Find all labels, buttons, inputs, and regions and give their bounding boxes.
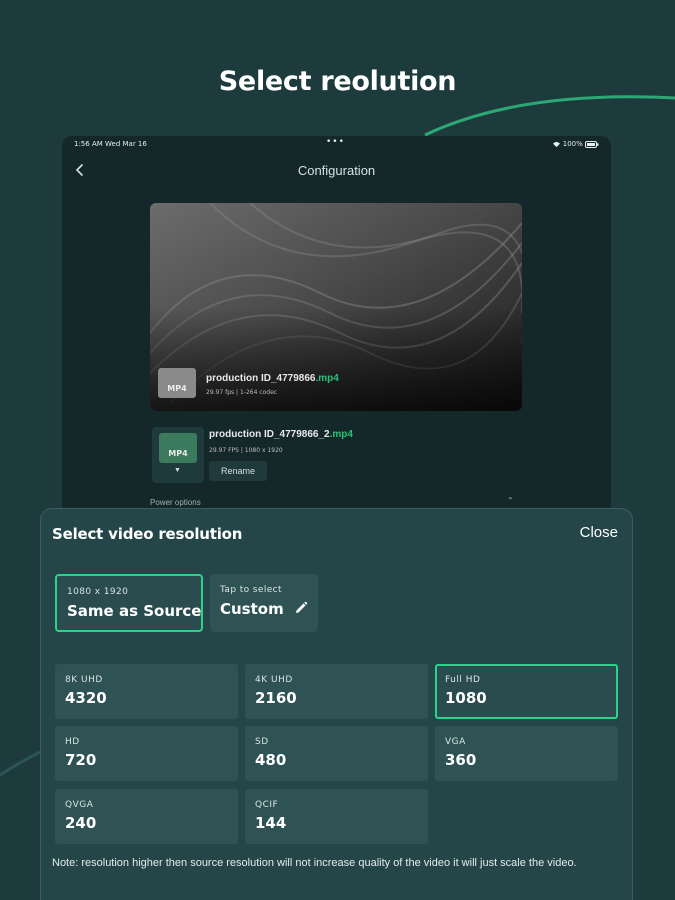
source-file-icon: MP4 [158, 368, 196, 398]
resolution-bottom-sheet: Select video resolution Close 1080 x 192… [40, 508, 633, 900]
chevron-up-icon[interactable]: ⌃ [507, 496, 514, 505]
video-preview[interactable]: MP4 production ID_4779866.mp4 29.97 fps … [150, 203, 522, 411]
battery-percent: 100% [562, 140, 583, 148]
resolution-label: VGA [445, 737, 466, 747]
sheet-title: Select video resolution [52, 525, 243, 543]
same-as-source-label: Same as Source [67, 602, 202, 620]
output-file-name: production ID_4779866_2.mp4 [209, 429, 353, 440]
same-as-source-option[interactable]: 1080 x 1920 Same as Source [55, 574, 203, 632]
power-options-label[interactable]: Power options [150, 498, 201, 507]
status-time: 1:56 AM Wed Mar 16 [74, 140, 147, 148]
resolution-value: 2160 [255, 689, 297, 707]
output-file-icon: MP4 [159, 433, 197, 463]
resolution-value: 360 [445, 751, 477, 769]
resolution-option-sd[interactable]: SD 480 [245, 726, 428, 781]
page-headline: Select reolution [218, 66, 457, 97]
resolution-label: SD [255, 737, 269, 747]
resolution-value: 4320 [65, 689, 107, 707]
close-button[interactable]: Close [580, 524, 618, 541]
custom-hint: Tap to select [220, 585, 282, 595]
resolution-value: 240 [65, 814, 97, 832]
resolution-value: 144 [255, 814, 287, 832]
resolution-option-full-hd[interactable]: Full HD 1080 [435, 664, 618, 719]
resolution-label: 8K UHD [65, 675, 103, 685]
output-format-selector[interactable]: MP4 ▼ [152, 427, 204, 483]
resolution-value: 720 [65, 751, 97, 769]
resolution-value: 480 [255, 751, 287, 769]
battery-indicator: 100% [552, 140, 599, 148]
rename-button[interactable]: Rename [209, 461, 267, 481]
resolution-option-4k[interactable]: 4K UHD 2160 [245, 664, 428, 719]
resolution-label: QCIF [255, 800, 279, 810]
source-file-name: production ID_4779866.mp4 [206, 373, 339, 384]
source-dimensions: 1080 x 1920 [67, 587, 129, 597]
resolution-option-qcif[interactable]: QCIF 144 [245, 789, 428, 844]
pencil-icon [295, 601, 308, 613]
nav-title: Configuration [297, 163, 376, 178]
resolution-option-vga[interactable]: VGA 360 [435, 726, 618, 781]
battery-icon [585, 140, 599, 148]
resolution-label: HD [65, 737, 80, 747]
resolution-label: 4K UHD [255, 675, 293, 685]
device-screenshot: 1:56 AM Wed Mar 16 ••• 100% Configuratio… [62, 136, 611, 556]
resolution-label: Full HD [445, 675, 481, 685]
resolution-option-qvga[interactable]: QVGA 240 [55, 789, 238, 844]
resolution-note: Note: resolution higher then source reso… [52, 857, 577, 869]
custom-resolution-option[interactable]: Tap to select Custom [210, 574, 318, 632]
dropdown-caret-icon: ▼ [174, 467, 181, 474]
multitask-dots: ••• [326, 137, 345, 147]
status-bar: 1:56 AM Wed Mar 16 ••• 100% [62, 137, 611, 153]
output-file-meta: 29.97 FPS | 1080 x 1920 [209, 447, 283, 454]
source-file-meta: 29.97 fps | 1-264 codec [206, 389, 278, 396]
resolution-option-hd[interactable]: HD 720 [55, 726, 238, 781]
resolution-label: QVGA [65, 800, 94, 810]
resolution-option-8k[interactable]: 8K UHD 4320 [55, 664, 238, 719]
wifi-icon [552, 141, 560, 147]
custom-label: Custom [220, 600, 308, 618]
resolution-value: 1080 [445, 689, 487, 707]
